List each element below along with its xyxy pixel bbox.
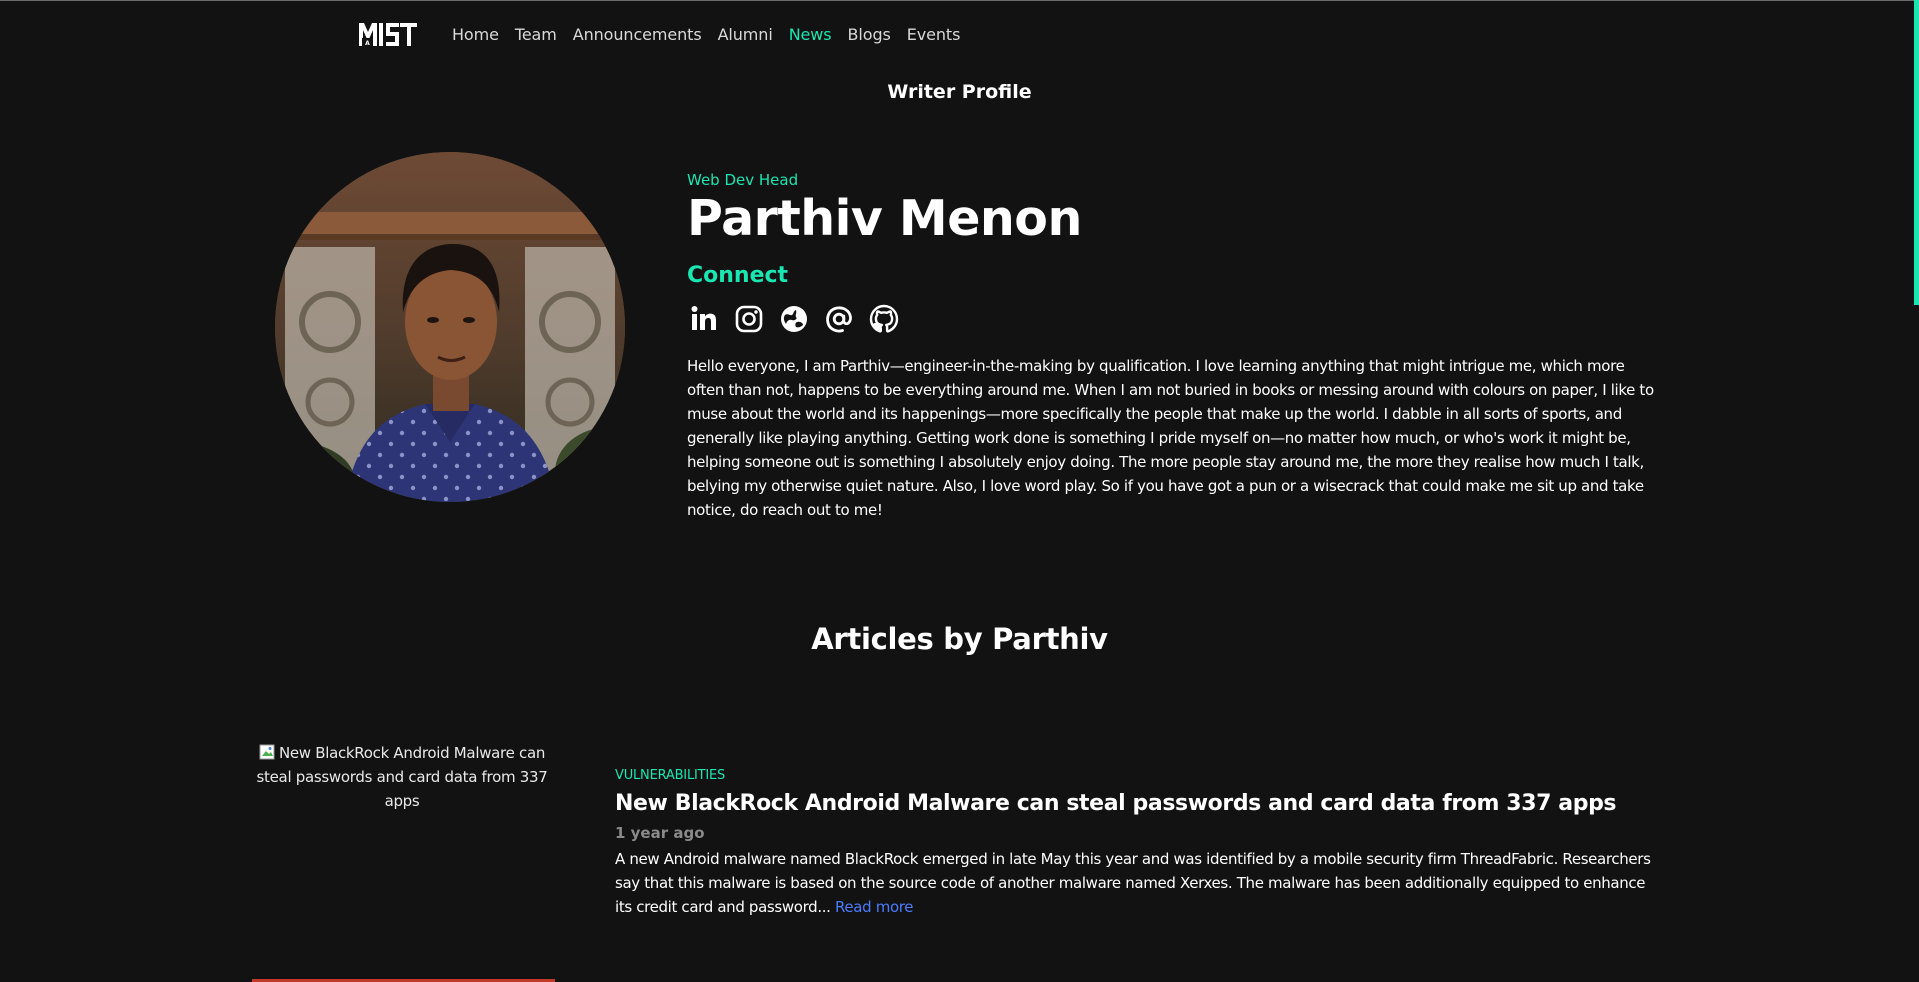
mist-logo[interactable]: A (358, 19, 418, 49)
top-border (0, 0, 1919, 1)
profile-bio: Hello everyone, I am Parthiv—engineer-in… (687, 357, 1654, 519)
scroll-progress-indicator (1914, 0, 1919, 305)
nav-alumni[interactable]: Alumni (718, 25, 773, 44)
profile-avatar (275, 152, 625, 502)
nav-team[interactable]: Team (515, 25, 557, 44)
social-links (687, 302, 1657, 336)
website-globe-icon[interactable] (777, 302, 811, 336)
nav-news[interactable]: News (789, 25, 832, 44)
nav-blogs[interactable]: Blogs (848, 25, 891, 44)
nav-home[interactable]: Home (452, 25, 499, 44)
profile-info: Web Dev Head Parthiv Menon Connect Hello… (687, 170, 1657, 522)
profile-role: Web Dev Head (687, 171, 799, 189)
connect-label: Connect (687, 263, 789, 288)
articles-heading: Articles by Parthiv (811, 622, 1108, 656)
page-title: Writer Profile (887, 81, 1032, 103)
article-excerpt-text: A new Android malware named BlackRock em… (615, 850, 1651, 916)
navbar: A Home Team Announcements Alumni News Bl… (358, 18, 976, 50)
nav-announcements[interactable]: Announcements (573, 25, 702, 44)
article-time: 1 year ago (615, 824, 705, 842)
github-icon[interactable] (867, 302, 901, 336)
instagram-icon[interactable] (732, 302, 766, 336)
read-more-link[interactable]: Read more (835, 898, 914, 916)
page: A Home Team Announcements Alumni News Bl… (0, 0, 1919, 982)
broken-image-icon (259, 743, 275, 760)
email-at-icon[interactable] (822, 302, 856, 336)
svg-text:A: A (365, 40, 370, 47)
article-excerpt: A new Android malware named BlackRock em… (615, 847, 1655, 919)
article-thumbnail-alt: New BlackRock Android Malware can steal … (256, 744, 548, 810)
profile-name: Parthiv Menon (687, 190, 1082, 247)
linkedin-icon[interactable] (687, 302, 721, 336)
nav-events[interactable]: Events (907, 25, 961, 44)
article-category[interactable]: VULNERABILITIES (615, 768, 1655, 784)
article-card: VULNERABILITIES New BlackRock Android Ma… (615, 768, 1655, 919)
article-thumbnail-broken[interactable]: New BlackRock Android Malware can steal … (252, 741, 552, 813)
article-title[interactable]: New BlackRock Android Malware can steal … (615, 789, 1655, 819)
